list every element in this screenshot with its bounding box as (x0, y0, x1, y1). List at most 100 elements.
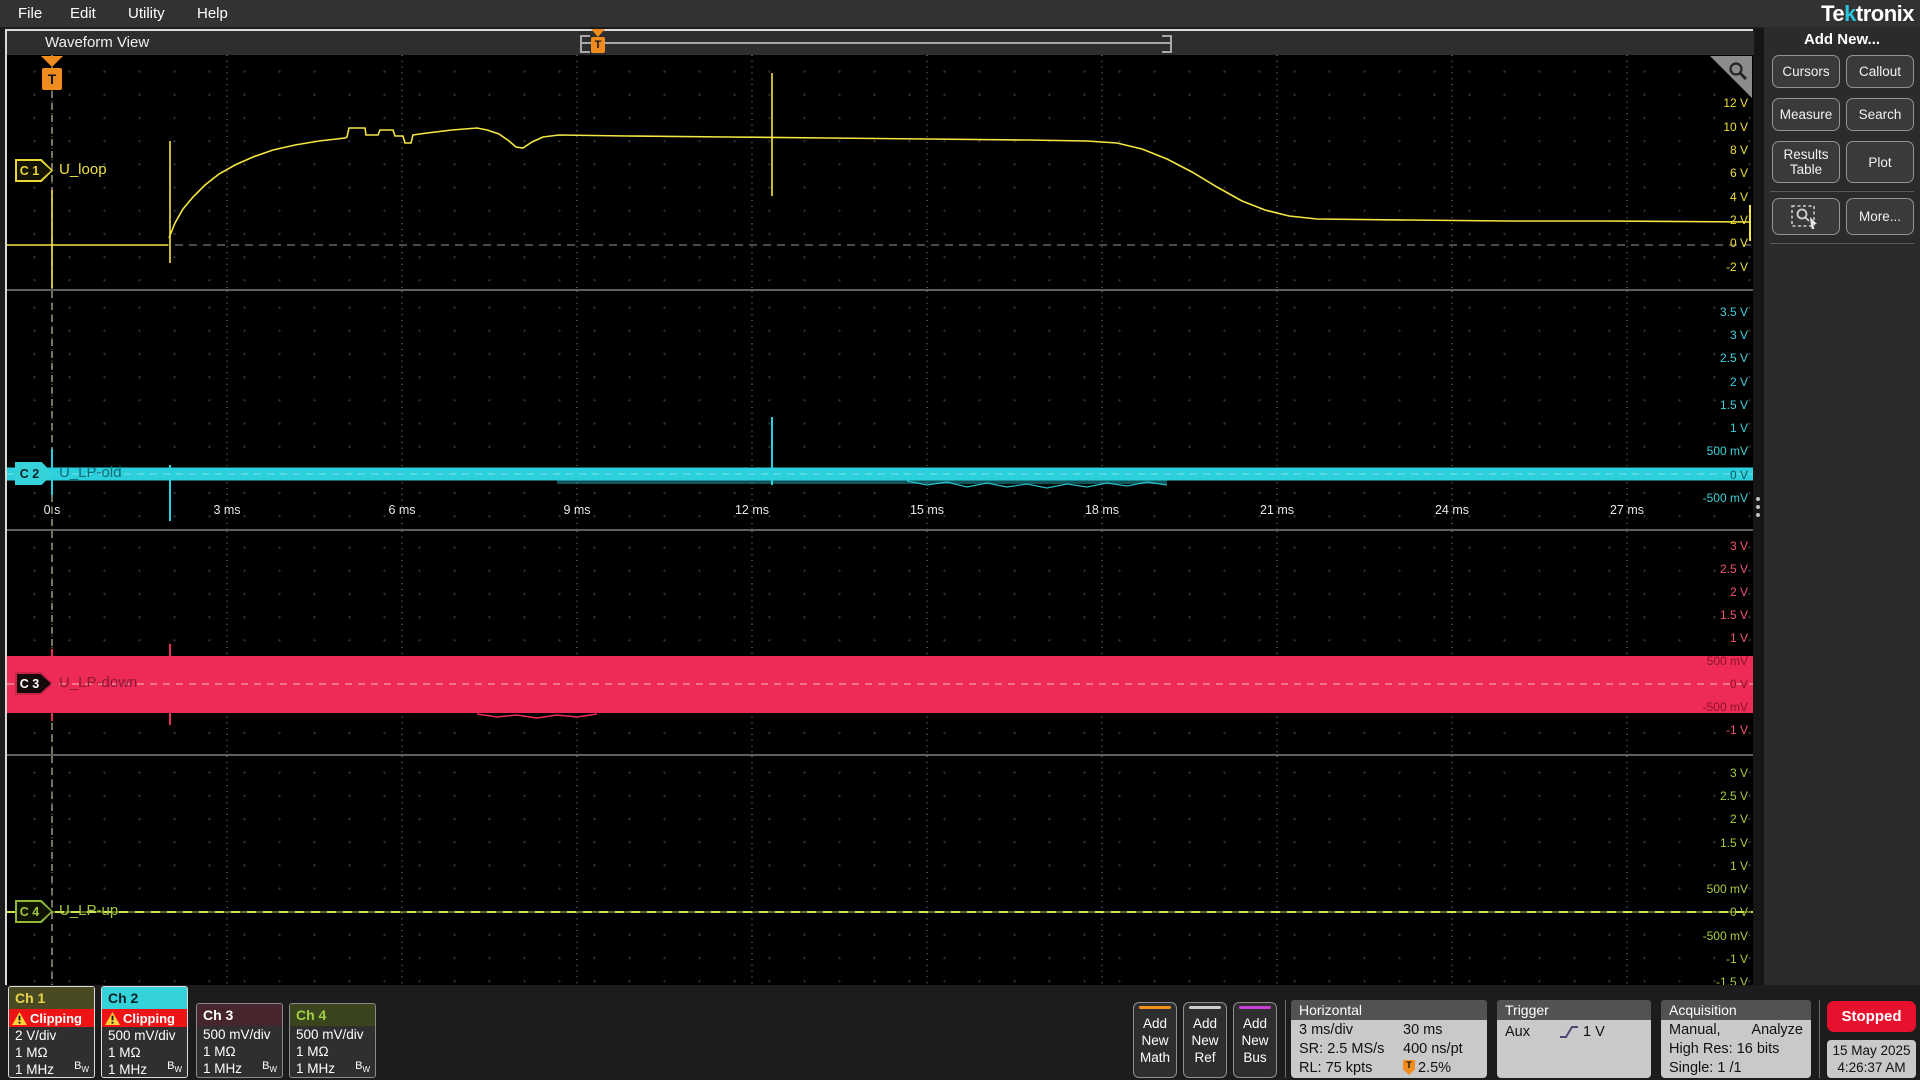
horizontal-panel-title: Horizontal (1291, 1000, 1487, 1020)
date-label: 15 May 2025 (1832, 1043, 1911, 1058)
time-label: 21 ms (1259, 503, 1295, 517)
ch2-badge-header: Ch 2 (102, 987, 187, 1009)
ch2-settings-badge[interactable]: Ch 2 Clipping 500 mV/div 1 MΩ 1 MHz BW (101, 986, 188, 1078)
button-line: Add (1142, 1016, 1168, 1031)
ch2-vdiv: 500 mV/div (108, 1028, 176, 1043)
scale-label: 0 V (1729, 677, 1748, 691)
ch1-settings-badge[interactable]: Ch 1 Clipping 2 V/div 1 MΩ 1 MHz BW (8, 986, 95, 1078)
results-table-button[interactable]: Results Table (1772, 141, 1840, 183)
ch1-clipping-warning: Clipping (9, 1009, 94, 1027)
scale-label: 0 V (1729, 236, 1748, 250)
waveform-display[interactable]: T C 1 U_loop 12 V 10 V 8 V 6 V 4 V 2 V 0… (7, 55, 1754, 986)
scale-label: 2 V (1729, 812, 1748, 826)
horizontal-window: 30 ms (1403, 1021, 1443, 1038)
scale-label: 3.5 V (1719, 305, 1748, 319)
trigger-panel[interactable]: Trigger Aux 1 V (1497, 1000, 1651, 1078)
menu-help[interactable]: Help (197, 5, 228, 22)
channel1-badge[interactable]: C 1 (15, 159, 53, 182)
channel3-label[interactable]: U_LP-down (59, 674, 137, 691)
overview-left-bracket[interactable] (580, 35, 590, 53)
channel1-slice[interactable]: T C 1 U_loop 12 V 10 V 8 V 6 V 4 V 2 V 0… (7, 55, 1753, 290)
more-button[interactable]: More... (1846, 198, 1914, 235)
add-new-ref-button[interactable]: Add New Ref (1183, 1002, 1227, 1078)
scale-label: 1 V (1729, 421, 1748, 435)
button-line: New (1241, 1033, 1269, 1048)
add-new-bus-button[interactable]: Add New Bus (1233, 1002, 1277, 1078)
ch3-impedance: 1 MΩ (203, 1044, 236, 1059)
measure-button[interactable]: Measure (1772, 98, 1840, 131)
trigger-position-marker-mini[interactable]: T (590, 29, 606, 53)
panel-divider (1753, 29, 1764, 985)
ch3-settings-badge[interactable]: Ch 3 500 mV/div 1 MΩ 1 MHz BW (196, 1003, 283, 1078)
channel4-slice[interactable]: C 4 U_LP-up 3 V 2.5 V 2 V 1.5 V 1 V 500 … (7, 756, 1753, 985)
sidebar-separator (1770, 191, 1914, 192)
scale-label: -1 V (1725, 723, 1748, 737)
add-new-math-button[interactable]: Add New Math (1133, 1002, 1177, 1078)
scale-label: 1 V (1729, 631, 1748, 645)
bandwidth-limit-icon: BW (74, 1059, 89, 1074)
bus-color-stripe (1239, 1006, 1271, 1009)
overview-right-bracket[interactable] (1162, 35, 1172, 53)
channel1-graticule-and-trace (7, 55, 1753, 290)
ch3-badge-header: Ch 3 (197, 1004, 282, 1026)
scale-label: -500 mV (1702, 700, 1748, 714)
trigger-position-percent: 2.5% (1418, 1059, 1452, 1076)
zoom-select-button[interactable] (1772, 198, 1840, 235)
graticule (51, 756, 1628, 985)
ch4-impedance: 1 MΩ (296, 1044, 329, 1059)
trigger-position-flag[interactable]: T (40, 56, 64, 90)
button-line: Bus (1243, 1050, 1267, 1065)
sidebar: Add New... Cursors Callout Measure Searc… (1764, 27, 1920, 985)
menu-file[interactable]: File (18, 5, 42, 22)
channel2-badge[interactable]: C 2 (15, 462, 53, 485)
time-label: 27 ms (1609, 503, 1645, 517)
ch2-clipping-warning: Clipping (102, 1009, 187, 1027)
scale-label: 1.5 V (1719, 398, 1748, 412)
add-new-title: Add New... (1803, 31, 1881, 48)
channel3-badge[interactable]: C 3 (15, 672, 53, 695)
scale-label: -500 mV (1702, 491, 1748, 505)
ch1-badge-header: Ch 1 (9, 987, 94, 1009)
sidebar-separator (1770, 243, 1914, 244)
slice-separator (7, 529, 1753, 531)
scale-label: 1.5 V (1719, 836, 1748, 850)
channel1-label[interactable]: U_loop (59, 161, 107, 178)
channel4-label[interactable]: U_LP-up (59, 902, 118, 919)
button-line: Math (1139, 1050, 1170, 1065)
math-color-stripe (1139, 1006, 1171, 1009)
plot-button[interactable]: Plot (1846, 141, 1914, 183)
graticule (51, 531, 1628, 755)
acquisition-panel[interactable]: Acquisition Manual, Analyze High Res: 16 … (1661, 1000, 1811, 1078)
ch4-settings-badge[interactable]: Ch 4 500 mV/div 1 MΩ 1 MHz BW (289, 1003, 376, 1078)
scale-label: 500 mV (1706, 444, 1748, 458)
menu-edit[interactable]: Edit (70, 5, 96, 22)
channel4-badge[interactable]: C 4 (15, 900, 53, 923)
slice-separator (7, 754, 1753, 756)
trigger-arrow-icon (41, 56, 63, 67)
ch4-vdiv: 500 mV/div (296, 1027, 364, 1042)
cursors-button[interactable]: Cursors (1772, 55, 1840, 88)
run-stop-status-button[interactable]: Stopped (1827, 1001, 1916, 1032)
horizontal-scale: 3 ms/div (1299, 1021, 1353, 1038)
button-line: Add (1242, 1016, 1268, 1031)
horizontal-overview-bar[interactable]: T (580, 29, 1172, 55)
menu-utility[interactable]: Utility (128, 5, 165, 22)
channel1-badge-label: C 1 (19, 163, 40, 178)
search-button[interactable]: Search (1846, 98, 1914, 131)
ch1-transients (51, 73, 773, 288)
time-label: 9 ms (563, 503, 591, 517)
panel-title: Waveform View (45, 34, 150, 51)
acquisition-single: Single: 1 /1 (1669, 1059, 1742, 1076)
channel2-slice[interactable]: C 2 U_LP-old 3.5 V 3 V 2.5 V 2 V 1.5 V 1… (7, 291, 1753, 530)
horizontal-panel[interactable]: Horizontal 3 ms/div 30 ms SR: 2.5 MS/s 400… (1291, 1000, 1487, 1078)
callout-button[interactable]: Callout (1846, 55, 1914, 88)
rising-edge-icon (1560, 1026, 1578, 1038)
panel-grip-handle[interactable] (1756, 497, 1761, 523)
ch3-trace-fuzz (476, 713, 598, 719)
scale-label: 0 V (1729, 468, 1748, 482)
channel2-label[interactable]: U_LP-old (59, 464, 122, 481)
scale-label: 1 V (1729, 859, 1748, 873)
scale-label: 500 mV (1706, 654, 1748, 668)
button-line: Ref (1194, 1050, 1216, 1065)
channel3-slice[interactable]: C 3 U_LP-down 3 V 2.5 V 2 V 1.5 V 1 V 50… (7, 531, 1753, 755)
